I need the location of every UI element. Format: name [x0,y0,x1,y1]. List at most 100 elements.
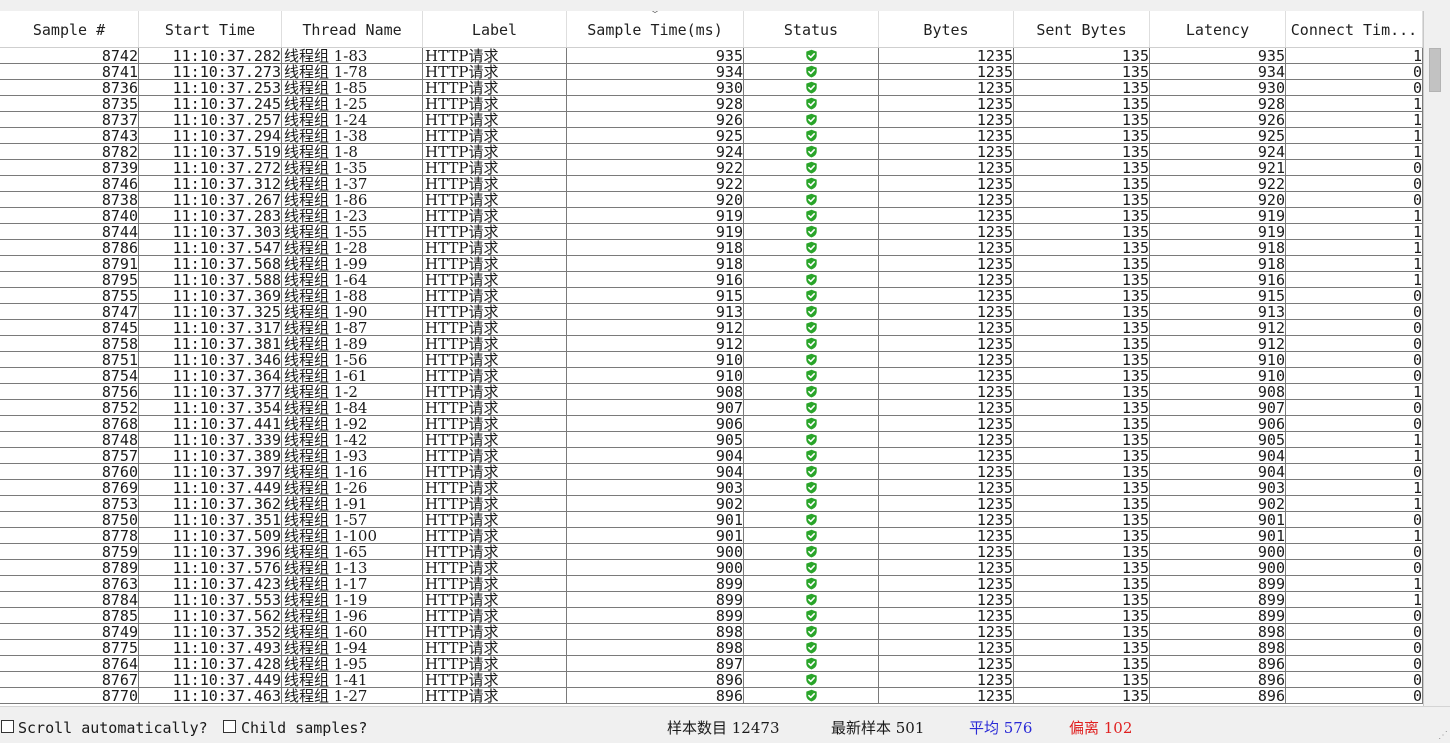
cell-sample: 8740 [0,208,139,224]
cell-latency: 935 [1150,48,1286,64]
cell-start: 11:10:37.354 [139,400,282,416]
table-row[interactable]: 8742 11:10:37.282 线程组 1-83 HTTP请求 935 1235 135… [0,48,1423,64]
cell-sample: 8786 [0,240,139,256]
table-row[interactable]: 8738 11:10:37.267 线程组 1-86 HTTP请求 920 1235 135… [0,192,1423,208]
cell-start: 11:10:37.568 [139,256,282,272]
cell-time: 915 [567,288,744,304]
cell-connect: 1 [1286,592,1423,608]
cell-label: HTTP请求 [423,480,567,496]
cell-label: HTTP请求 [423,512,567,528]
table-row[interactable]: 8744 11:10:37.303 线程组 1-55 HTTP请求 919 1235 135… [0,224,1423,240]
cell-thread: 线程组 1-88 [282,288,423,304]
table-row[interactable]: 8756 11:10:37.377 线程组 1-2 HTTP请求 908 1235 135 9… [0,384,1423,400]
cell-sent: 135 [1014,384,1150,400]
table-row[interactable]: 8743 11:10:37.294 线程组 1-38 HTTP请求 925 1235 135… [0,128,1423,144]
column-header-label[interactable]: Label [423,11,567,47]
table-row[interactable]: 8737 11:10:37.257 线程组 1-24 HTTP请求 926 1235 135… [0,112,1423,128]
table-row[interactable]: 8767 11:10:37.449 线程组 1-41 HTTP请求 896 1235 135… [0,672,1423,688]
scroll-automatically-label[interactable]: Scroll automatically? [18,718,208,738]
table-row[interactable]: 8784 11:10:37.553 线程组 1-19 HTTP请求 899 1235 135… [0,592,1423,608]
cell-start: 11:10:37.352 [139,624,282,640]
table-row[interactable]: 8740 11:10:37.283 线程组 1-23 HTTP请求 919 1235 135… [0,208,1423,224]
cell-start: 11:10:37.428 [139,656,282,672]
table-row[interactable]: 8750 11:10:37.351 线程组 1-57 HTTP请求 901 1235 135… [0,512,1423,528]
table-row[interactable]: 8770 11:10:37.463 线程组 1-27 HTTP请求 896 1235 135… [0,688,1423,704]
cell-sent: 135 [1014,592,1150,608]
column-header-sent[interactable]: Sent Bytes [1014,11,1150,47]
cell-latency: 919 [1150,208,1286,224]
table-row[interactable]: 8782 11:10:37.519 线程组 1-8 HTTP请求 924 1235 135 9… [0,144,1423,160]
table-row[interactable]: 8747 11:10:37.325 线程组 1-90 HTTP请求 913 1235 135… [0,304,1423,320]
cell-sent: 135 [1014,80,1150,96]
scroll-automatically-checkbox[interactable] [1,720,14,733]
table-row[interactable]: 8769 11:10:37.449 线程组 1-26 HTTP请求 903 1235 135… [0,480,1423,496]
cell-time: 922 [567,176,744,192]
table-row[interactable]: 8759 11:10:37.396 线程组 1-65 HTTP请求 900 1235 135… [0,544,1423,560]
table-row[interactable]: 8757 11:10:37.389 线程组 1-93 HTTP请求 904 1235 135… [0,448,1423,464]
table-row[interactable]: 8751 11:10:37.346 线程组 1-56 HTTP请求 910 1235 135… [0,352,1423,368]
column-header-sample[interactable]: Sample # [0,11,139,47]
cell-latency: 912 [1150,336,1286,352]
cell-connect: 1 [1286,528,1423,544]
cell-latency: 912 [1150,320,1286,336]
cell-sample: 8754 [0,368,139,384]
table-row[interactable]: 8736 11:10:37.253 线程组 1-85 HTTP请求 930 1235 135… [0,80,1423,96]
cell-time: 918 [567,256,744,272]
column-header-bytes[interactable]: Bytes [879,11,1014,47]
table-row[interactable]: 8789 11:10:37.576 线程组 1-13 HTTP请求 900 1235 135… [0,560,1423,576]
cell-sent: 135 [1014,304,1150,320]
scrollbar-thumb[interactable] [1429,48,1441,92]
cell-bytes: 1235 [879,416,1014,432]
table-row[interactable]: 8739 11:10:37.272 线程组 1-35 HTTP请求 922 1235 135… [0,160,1423,176]
table-row[interactable]: 8748 11:10:37.339 线程组 1-42 HTTP请求 905 1235 135… [0,432,1423,448]
table-row[interactable]: 8764 11:10:37.428 线程组 1-95 HTTP请求 897 1235 135… [0,656,1423,672]
cell-connect: 0 [1286,176,1423,192]
column-header-start[interactable]: Start Time [139,11,282,47]
column-header-thread[interactable]: Thread Name [282,11,423,47]
cell-time: 919 [567,208,744,224]
cell-connect: 1 [1286,272,1423,288]
table-row[interactable]: 8735 11:10:37.245 线程组 1-25 HTTP请求 928 1235 135… [0,96,1423,112]
cell-sample: 8736 [0,80,139,96]
table-row[interactable]: 8753 11:10:37.362 线程组 1-91 HTTP请求 902 1235 135… [0,496,1423,512]
child-samples-label[interactable]: Child samples? [241,718,367,738]
column-header-status[interactable]: Status [744,11,879,47]
table-row[interactable]: 8791 11:10:37.568 线程组 1-99 HTTP请求 918 1235 135… [0,256,1423,272]
table-row[interactable]: 8741 11:10:37.273 线程组 1-78 HTTP请求 934 1235 135… [0,64,1423,80]
table-row[interactable]: 8754 11:10:37.364 线程组 1-61 HTTP请求 910 1235 135… [0,368,1423,384]
vertical-scrollbar[interactable] [1424,11,1450,706]
table-row[interactable]: 8768 11:10:37.441 线程组 1-92 HTTP请求 906 1235 135… [0,416,1423,432]
status-success-icon [744,480,879,496]
table-row[interactable]: 8749 11:10:37.352 线程组 1-60 HTTP请求 898 1235 135… [0,624,1423,640]
resize-grip-icon[interactable]: ⋰ [1438,730,1448,741]
column-header-latency[interactable]: Latency [1150,11,1286,47]
table-row[interactable]: 8775 11:10:37.493 线程组 1-94 HTTP请求 898 1235 135… [0,640,1423,656]
column-header-connect[interactable]: Connect Tim... [1286,11,1423,47]
status-success-icon [744,464,879,480]
table-row[interactable]: 8745 11:10:37.317 线程组 1-87 HTTP请求 912 1235 135… [0,320,1423,336]
cell-sample: 8795 [0,272,139,288]
table-row[interactable]: 8763 11:10:37.423 线程组 1-17 HTTP请求 899 1235 135… [0,576,1423,592]
cell-start: 11:10:37.509 [139,528,282,544]
cell-connect: 1 [1286,208,1423,224]
cell-label: HTTP请求 [423,528,567,544]
cell-connect: 1 [1286,576,1423,592]
table-row[interactable]: 8752 11:10:37.354 线程组 1-84 HTTP请求 907 1235 135… [0,400,1423,416]
child-samples-checkbox[interactable] [223,720,236,733]
cell-label: HTTP请求 [423,128,567,144]
cell-connect: 1 [1286,432,1423,448]
cell-time: 904 [567,448,744,464]
table-row[interactable]: 8795 11:10:37.588 线程组 1-64 HTTP请求 916 1235 135… [0,272,1423,288]
table-row[interactable]: 8760 11:10:37.397 线程组 1-16 HTTP请求 904 1235 135… [0,464,1423,480]
cell-connect: 0 [1286,688,1423,704]
table-row[interactable]: 8746 11:10:37.312 线程组 1-37 HTTP请求 922 1235 135… [0,176,1423,192]
cell-sent: 135 [1014,448,1150,464]
cell-connect: 0 [1286,512,1423,528]
table-row[interactable]: 8786 11:10:37.547 线程组 1-28 HTTP请求 918 1235 135… [0,240,1423,256]
cell-bytes: 1235 [879,112,1014,128]
cell-bytes: 1235 [879,384,1014,400]
table-row[interactable]: 8758 11:10:37.381 线程组 1-89 HTTP请求 912 1235 135… [0,336,1423,352]
table-row[interactable]: 8755 11:10:37.369 线程组 1-88 HTTP请求 915 1235 135… [0,288,1423,304]
table-row[interactable]: 8778 11:10:37.509 线程组 1-100 HTTP请求 901 1235 13… [0,528,1423,544]
table-row[interactable]: 8785 11:10:37.562 线程组 1-96 HTTP请求 899 1235 135… [0,608,1423,624]
